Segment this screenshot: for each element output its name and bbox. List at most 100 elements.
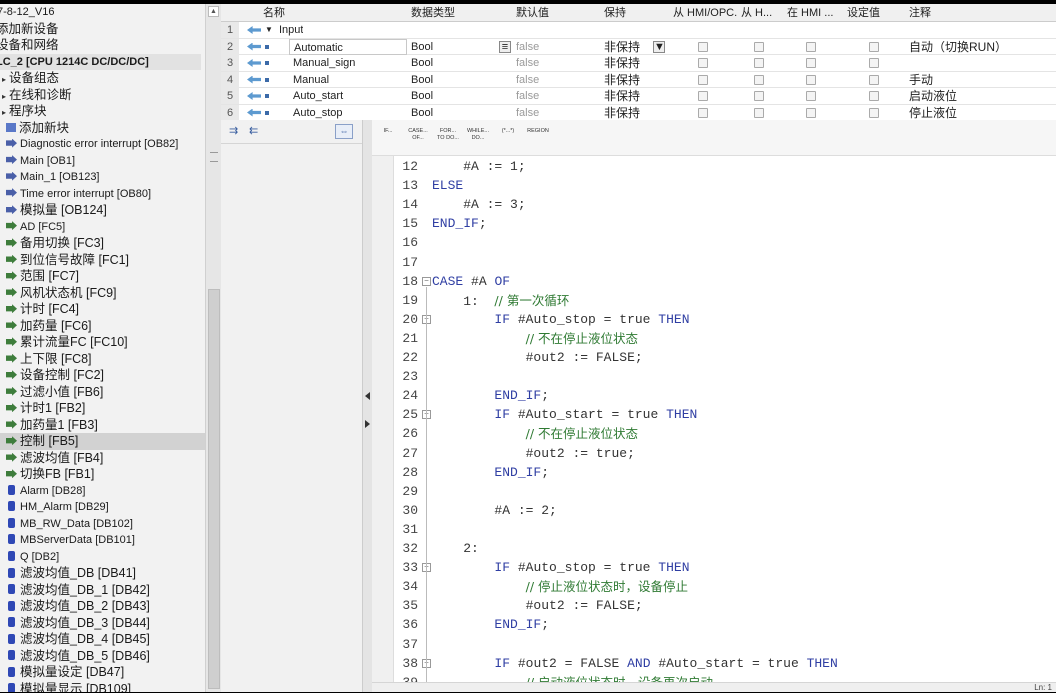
param-retain[interactable]: 非保持 — [604, 88, 654, 104]
tree-item[interactable]: 滤波均值 [FB4] — [0, 450, 205, 467]
checkbox[interactable] — [869, 91, 879, 101]
col-retain[interactable]: 保持 — [604, 4, 626, 22]
code-line[interactable]: END_IF; — [432, 386, 549, 405]
col-setpoint[interactable]: 设定值 — [847, 4, 880, 22]
interface-row[interactable]: 4 Manual Bool false 非保持 手动 — [221, 71, 1056, 88]
tree-item[interactable]: MBServerData [DB101] — [0, 532, 205, 549]
toolbar-button[interactable]: WHILE... DO... — [464, 128, 492, 142]
tree-item[interactable]: 设备控制 [FC2] — [0, 367, 205, 384]
tree-item[interactable]: Time error interrupt [OB80] — [0, 186, 205, 203]
code-line[interactable]: END_IF; — [432, 615, 549, 634]
tree-item[interactable]: Diagnostic error interrupt [OB82] — [0, 136, 205, 153]
tree-item[interactable]: 加药量 [FC6] — [0, 318, 205, 335]
interface-row[interactable]: 3 Manual_sign Bool false 非保持 — [221, 55, 1056, 72]
tree-item[interactable]: 范围 [FC7] — [0, 268, 205, 285]
code-line[interactable]: // 停止液位状态时，设备停止 — [432, 577, 688, 596]
code-line[interactable]: // 不在停止液位状态 — [432, 329, 638, 348]
tree-item[interactable]: 滤波均值_DB_3 [DB44] — [0, 615, 205, 632]
param-name[interactable]: Manual_sign — [289, 55, 407, 71]
tree-item[interactable]: 累计流量FC [FC10] — [0, 334, 205, 351]
expand-triangle-icon[interactable]: ▼ — [265, 22, 273, 38]
tree-item[interactable]: 切换FB [FB1] — [0, 466, 205, 483]
checkbox[interactable] — [806, 58, 816, 68]
checkbox[interactable] — [869, 58, 879, 68]
tree-item[interactable]: 添加新块 — [0, 120, 205, 137]
param-datatype[interactable]: Bool — [411, 88, 501, 104]
code-line[interactable]: #out2 := FALSE; — [432, 348, 643, 367]
tree-item[interactable]: ▸ 设备组态 — [0, 70, 205, 87]
tree-item[interactable]: 滤波均值_DB [DB41] — [0, 565, 205, 582]
param-name[interactable]: Auto_stop — [289, 105, 407, 121]
fold-toggle-icon[interactable]: − — [422, 276, 431, 286]
tree-item[interactable]: 设备和网络 — [0, 37, 201, 54]
tree-item[interactable]: 滤波均值_DB_1 [DB42] — [0, 582, 205, 599]
interface-row[interactable]: 5 Auto_start Bool false 非保持 启动液位 — [221, 88, 1056, 105]
code-line[interactable]: #A := 3; — [432, 195, 525, 214]
expand-right-icon[interactable] — [365, 420, 370, 428]
checkbox[interactable] — [869, 107, 879, 118]
checkbox[interactable] — [698, 91, 708, 101]
tree-item[interactable]: Alarm [DB28] — [0, 483, 205, 500]
tree-item[interactable]: 过滤小值 [FB6] — [0, 384, 205, 401]
col-hmi-h[interactable]: 从 H... — [741, 4, 777, 22]
tree-item[interactable]: ▸ 在线和诊断 — [0, 87, 205, 104]
param-default[interactable]: false — [516, 39, 586, 55]
param-retain[interactable]: 非保持 — [604, 105, 654, 121]
expand-arrow-icon[interactable]: ▸ — [2, 75, 6, 84]
param-datatype[interactable]: Bool — [411, 55, 501, 71]
param-comment[interactable]: 停止液位 — [909, 105, 1049, 121]
tree-item[interactable]: 滤波均值_DB_2 [DB43] — [0, 598, 205, 615]
param-datatype[interactable]: Bool — [411, 39, 501, 55]
code-line[interactable]: END_IF; — [432, 463, 549, 482]
code-line[interactable]: IF #Auto_start = true THEN — [432, 405, 697, 424]
code-line[interactable]: #A := 2; — [432, 501, 556, 520]
checkbox[interactable] — [698, 58, 708, 68]
tree-item[interactable]: 添加新设备 — [0, 21, 201, 38]
interface-row[interactable]: 2 Automatic Bool ≡ false 非保持 ▼ 自动（切换RUN） — [221, 38, 1056, 55]
tree-item[interactable]: Main_1 [OB123] — [0, 169, 205, 186]
code-line[interactable]: // 不在停止液位状态 — [432, 424, 638, 443]
expand-arrow-icon[interactable]: ▸ — [2, 108, 6, 117]
tree-item[interactable]: 计时1 [FB2] — [0, 400, 205, 417]
toolbar-button[interactable]: FOR... TO DO... — [434, 128, 462, 142]
project-tree-scrollbar[interactable]: ▲ — [205, 4, 221, 692]
tree-item[interactable]: HM_Alarm [DB29] — [0, 499, 205, 516]
splitter[interactable] — [362, 120, 372, 692]
code-line[interactable]: ELSE — [432, 176, 463, 195]
checkbox[interactable] — [698, 41, 708, 52]
toolbar-button[interactable]: REGION — [524, 128, 552, 135]
param-comment[interactable]: 自动（切换RUN） — [909, 39, 1049, 55]
datatype-picker-icon[interactable]: ≡ — [499, 40, 511, 53]
checkbox[interactable] — [698, 74, 708, 85]
code-line[interactable]: IF #out2 = FALSE AND #Auto_start = true … — [432, 654, 837, 673]
code-line[interactable]: 2: — [432, 539, 479, 558]
checkbox[interactable] — [754, 107, 764, 118]
col-name[interactable]: 名称 — [263, 4, 285, 22]
scl-editor[interactable]: IF... CASE... OF... FOR... TO DO... WHILE... D… — [372, 120, 1056, 692]
checkbox[interactable] — [754, 74, 764, 85]
col-datatype[interactable]: 数据类型 — [411, 4, 455, 22]
tree-item[interactable]: Q [DB2] — [0, 549, 205, 566]
param-name[interactable]: Auto_start — [289, 88, 407, 104]
code-line[interactable]: #out2 := true; — [432, 444, 635, 463]
scroll-up-icon[interactable]: ▲ — [208, 6, 219, 17]
toolbar-button[interactable]: IF... — [374, 128, 402, 135]
code-line[interactable]: #out2 := FALSE; — [432, 596, 643, 615]
code-line[interactable]: IF #Auto_stop = true THEN — [432, 310, 689, 329]
code-line[interactable]: 1: // 第一次循环 — [432, 291, 569, 310]
checkbox[interactable] — [754, 91, 764, 101]
col-default[interactable]: 默认值 — [516, 4, 549, 22]
collapse-left-icon[interactable] — [365, 392, 370, 400]
param-default[interactable]: false — [516, 88, 586, 104]
toolbar-button[interactable]: CASE... OF... — [404, 128, 432, 142]
tree-item[interactable]: MB_RW_Data [DB102] — [0, 516, 205, 533]
tree-item[interactable]: ▸ 程序块 — [0, 103, 205, 120]
collapse-panel-icon[interactable]: ⇔ — [335, 124, 353, 139]
expand-arrow-icon[interactable]: ▸ — [2, 92, 6, 101]
param-datatype[interactable]: Bool — [411, 105, 501, 121]
outdent-icon[interactable]: ⇇ — [249, 124, 258, 137]
panel-grip-icon[interactable] — [210, 152, 218, 162]
tree-item[interactable]: 上下限 [FC8] — [0, 351, 205, 368]
code-line[interactable]: CASE #A OF — [432, 272, 510, 291]
col-hmi-opc[interactable]: 从 HMI/OPC... — [673, 4, 737, 22]
